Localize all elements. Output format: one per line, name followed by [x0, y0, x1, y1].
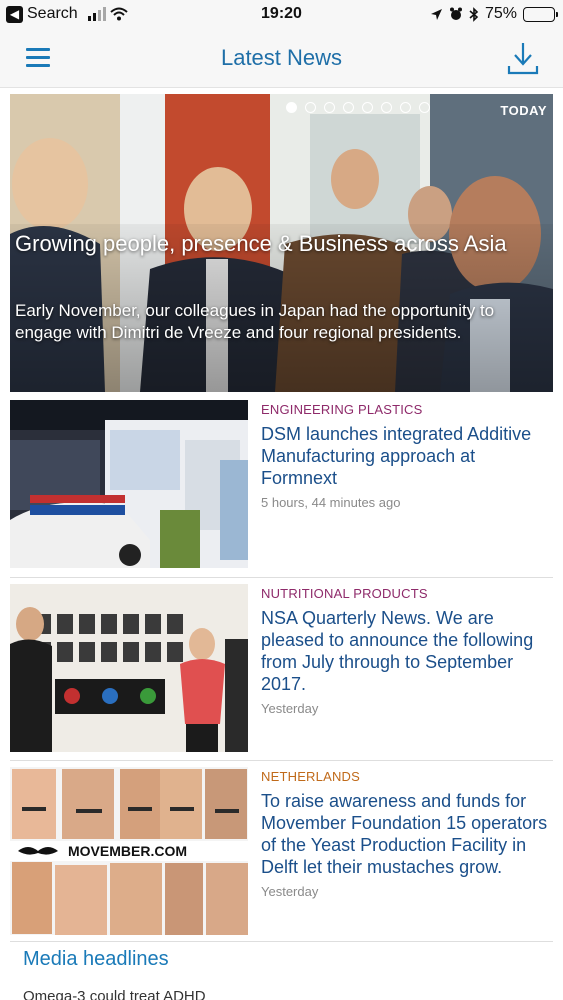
- media-headline-item[interactable]: Omega-3 could treat ADHD: [23, 988, 206, 1000]
- carousel-dot[interactable]: [343, 102, 354, 113]
- media-headlines-title[interactable]: Media headlines: [23, 948, 169, 971]
- location-arrow-icon: [430, 8, 442, 20]
- page-title: Latest News: [220, 45, 343, 70]
- news-category: ENGINEERING PLASTICS: [261, 402, 423, 417]
- news-item[interactable]: NUTRITIONAL PRODUCTS NSA Quarterly News.…: [10, 578, 553, 762]
- news-timestamp: Yesterday: [261, 884, 319, 899]
- battery-percent: 75%: [484, 5, 517, 22]
- news-thumbnail: [10, 400, 248, 568]
- today-badge: TODAY: [500, 103, 547, 118]
- news-category: NETHERLANDS: [261, 769, 360, 784]
- hero-title: Growing people, presence & Business acro…: [15, 231, 507, 256]
- news-category: NUTRITIONAL PRODUCTS: [261, 586, 428, 601]
- carousel-dot[interactable]: [400, 102, 411, 113]
- divider: [10, 941, 553, 942]
- carousel-dot[interactable]: [286, 102, 297, 113]
- news-timestamp: 5 hours, 44 minutes ago: [261, 495, 401, 510]
- status-bar: ◀ Search 19:20 75%: [0, 0, 563, 30]
- news-headline: DSM launches integrated Additive Manufac…: [261, 424, 532, 488]
- carousel-dot[interactable]: [324, 102, 335, 113]
- news-headline: NSA Quarterly News. We are pleased to an…: [261, 608, 534, 694]
- carousel-dot[interactable]: [362, 102, 373, 113]
- download-icon[interactable]: [507, 40, 539, 76]
- carousel-dot[interactable]: [419, 102, 430, 113]
- bluetooth-icon: [469, 6, 479, 22]
- news-thumbnail: [10, 584, 248, 752]
- carousel-dots: [286, 102, 430, 113]
- battery-icon: [523, 6, 558, 22]
- hero-summary: Early November, our colleagues in Japan …: [15, 301, 495, 342]
- movember-logo-text: MOVEMBER.COM: [68, 843, 187, 859]
- hero-carousel[interactable]: TODAY Growing people, presence & Busines…: [10, 94, 553, 392]
- alarm-icon: [449, 7, 462, 20]
- carousel-dot[interactable]: [305, 102, 316, 113]
- carousel-dot[interactable]: [381, 102, 392, 113]
- news-item[interactable]: MOVEMBER.COM NETHERLANDS To raise awaren…: [10, 761, 553, 945]
- app-header: Latest News: [0, 30, 563, 88]
- news-timestamp: Yesterday: [261, 701, 319, 716]
- news-item[interactable]: ENGINEERING PLASTICS DSM launches integr…: [10, 394, 553, 578]
- news-headline: To raise awareness and funds for Movembe…: [261, 791, 548, 877]
- news-thumbnail: MOVEMBER.COM: [10, 767, 248, 935]
